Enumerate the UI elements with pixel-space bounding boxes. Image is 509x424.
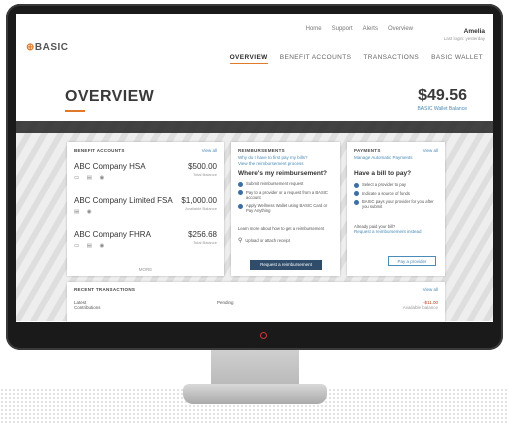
step-item: Pay to a provider or a request from a BA… (238, 190, 335, 201)
wallet-balance-label[interactable]: BASIC Wallet Balance (417, 106, 467, 112)
step-icon (354, 191, 359, 196)
view-all-link[interactable]: View all (423, 287, 438, 292)
account-row[interactable]: ABC Company FHRA $256.68 Total Balance ▭… (74, 230, 217, 249)
page-title: OVERVIEW (65, 88, 155, 105)
already-paid: Already paid your bill? Request a reimbu… (354, 224, 422, 235)
step-icon (238, 203, 243, 209)
more-link[interactable]: MORE (67, 267, 224, 272)
search-icon: ⚲ (238, 238, 243, 244)
section-title: RECENT TRANSACTIONS (74, 287, 136, 292)
step-item: Apply Wellness Wallet using BASIC Card o… (238, 203, 335, 214)
step-icon (238, 190, 243, 195)
banner-strip (16, 121, 493, 133)
top-links: Home Support Alerts Overview (306, 26, 413, 32)
top-link-overview[interactable]: Overview (388, 26, 413, 32)
payment-steps: Select a provider to pay Indicate a sour… (354, 182, 440, 210)
screen: ⊕BASIC Home Support Alerts Overview Amel… (16, 14, 493, 322)
view-all-link[interactable]: View all (423, 148, 438, 153)
reimbursement-question: Where's my reimbursement? (238, 170, 327, 177)
nav-basic-wallet[interactable]: BASIC WALLET (431, 54, 483, 64)
account-amount: $500.00 (188, 162, 217, 171)
card-title: REIMBURSEMENTS (238, 148, 285, 153)
payments-question: Have a bill to pay? (354, 170, 412, 177)
top-link-home[interactable]: Home (306, 26, 322, 32)
reimbursement-steps: Submit reimbursement request Pay to a pr… (238, 181, 335, 214)
doc-icon[interactable]: ▤ (87, 243, 95, 249)
transaction-col-2: Pending (217, 300, 234, 305)
nav-benefit-accounts[interactable]: BENEFIT ACCOUNTS (280, 54, 352, 64)
title-underline (65, 110, 85, 112)
step-item: Select a provider to pay (354, 182, 440, 188)
logo[interactable]: ⊕BASIC (26, 42, 69, 53)
card-title: BENEFIT ACCOUNTS (74, 148, 125, 153)
recent-transactions: RECENT TRANSACTIONS View all Latest Contr… (67, 282, 445, 322)
step-item: Submit reimbursement request (238, 181, 335, 187)
nav-transactions[interactable]: TRANSACTIONS (363, 54, 419, 64)
step-icon (354, 199, 359, 205)
monitor-stand-base (183, 384, 327, 404)
manage-payments-link: Manage Automatic Payments (354, 155, 413, 160)
header: ⊕BASIC Home Support Alerts Overview Amel… (16, 14, 493, 74)
transaction-col-3: -$11.00 Available balance (402, 300, 438, 310)
reimbursement-links: Why do I have to first pay my bills? Vie… (238, 155, 335, 167)
nav-overview[interactable]: OVERVIEW (229, 54, 268, 64)
account-amount-label: Total Balance (192, 240, 217, 245)
view-all-link[interactable]: View all (202, 148, 217, 153)
account-amount-label: Total Balance (192, 172, 217, 177)
process-link[interactable]: View the reimbursement process (238, 161, 335, 167)
account-row[interactable]: ABC Company Limited FSA $1,000.00 Availa… (74, 196, 217, 215)
account-row[interactable]: ABC Company HSA $500.00 Total Balance ▭ … (74, 162, 217, 181)
logo-swoosh-icon: ⊕ (26, 42, 35, 53)
card-icon[interactable]: ▭ (74, 243, 82, 249)
step-icon (238, 181, 243, 187)
step-icon (354, 182, 359, 188)
user-name: Amelia (463, 28, 485, 35)
main-nav: OVERVIEW BENEFIT ACCOUNTS TRANSACTIONS B… (229, 54, 483, 64)
step-item: BASIC pays your provider for you after y… (354, 199, 440, 210)
eye-icon[interactable]: ◉ (99, 243, 107, 249)
request-reimbursement-button[interactable]: Request a reimbursement (250, 260, 322, 270)
account-amount: $1,000.00 (181, 196, 217, 205)
eye-icon[interactable]: ◉ (99, 175, 107, 181)
top-link-alerts[interactable]: Alerts (363, 26, 378, 32)
wallet-balance: $49.56 (418, 87, 467, 104)
doc-icon[interactable]: ▤ (87, 175, 95, 181)
user-last-login: Last login: yesterday (443, 36, 485, 41)
transaction-col-1: Latest Contributions (74, 300, 101, 310)
pay-provider-button[interactable]: Pay a provider (388, 256, 436, 266)
step-item: Indicate a source of funds (354, 191, 440, 196)
account-amount-label: Available Balance (185, 206, 217, 211)
doc-icon[interactable]: ▤ (74, 209, 82, 215)
account-amount: $256.68 (188, 230, 217, 239)
card-title: PAYMENTS (354, 148, 381, 153)
card-icon[interactable]: ▭ (74, 175, 82, 181)
monitor-stand-neck (211, 350, 299, 388)
power-indicator (260, 332, 267, 339)
reimbursement-note: Learn more about how to get a reimbursem… (238, 226, 325, 231)
top-link-support[interactable]: Support (332, 26, 353, 32)
eye-icon[interactable]: ◉ (87, 209, 95, 215)
reimbursements-card: REIMBURSEMENTS Why do I have to first pa… (231, 142, 340, 276)
user-menu[interactable]: Amelia Last login: yesterday (444, 28, 485, 41)
receipt-search[interactable]: ⚲ Upload or attach receipt (238, 238, 335, 246)
benefit-accounts-card: BENEFIT ACCOUNTS View all ABC Company HS… (67, 142, 224, 276)
payments-card: PAYMENTS View all Manage Automatic Payme… (347, 142, 445, 276)
